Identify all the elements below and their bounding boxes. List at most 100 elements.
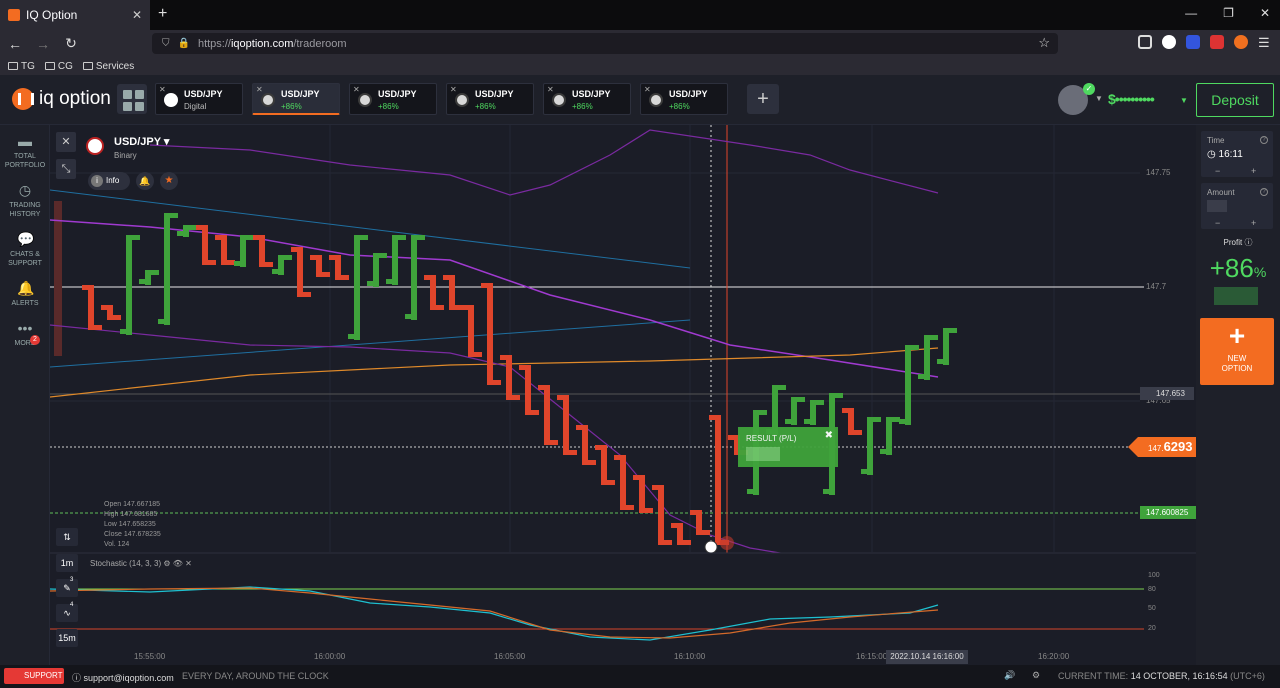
- close-chart-button[interactable]: ✕: [56, 132, 76, 152]
- folder-icon: [44, 61, 55, 70]
- asset-tab-2[interactable]: ✕ USD/JPY +86%: [349, 83, 437, 115]
- timeframe-15m-button[interactable]: 15m: [56, 629, 78, 647]
- back-icon[interactable]: ←: [2, 36, 28, 52]
- deposit-button[interactable]: Deposit: [1196, 83, 1274, 117]
- time-increase-button[interactable]: +: [1251, 166, 1256, 176]
- candle: [582, 425, 588, 465]
- close-asset-tab-icon[interactable]: ✕: [644, 85, 651, 94]
- stochastic-label[interactable]: Stochastic (14, 3, 3) ⚙ 👁 ✕: [90, 559, 192, 568]
- extension-fox-icon[interactable]: [1234, 35, 1248, 49]
- amount-decrease-button[interactable]: −: [1215, 218, 1220, 228]
- asset-tab-5[interactable]: ✕ USD/JPY +86%: [640, 83, 728, 115]
- forward-icon[interactable]: →: [30, 36, 56, 52]
- restore-icon[interactable]: ❐: [1223, 6, 1234, 20]
- support-button[interactable]: SUPPORT: [4, 668, 64, 684]
- trend-line-lower: [50, 319, 691, 368]
- candle-close-tick: [436, 305, 444, 310]
- iqoption-logo[interactable]: iq option: [12, 88, 111, 110]
- time-decrease-button[interactable]: −: [1215, 166, 1220, 176]
- minimize-icon[interactable]: —: [1185, 6, 1197, 20]
- bookmark-folder-tg[interactable]: TG: [8, 61, 35, 72]
- time-value: ◷ 16:11: [1207, 149, 1243, 160]
- close-asset-tab-icon[interactable]: ✕: [353, 85, 360, 94]
- result-pl-panel[interactable]: RESULT (P/L) ✖: [738, 427, 838, 467]
- browser-tab[interactable]: IQ Option ✕: [0, 0, 150, 30]
- binary-flag-icon: [358, 93, 372, 107]
- candle-open-tick: [196, 225, 204, 230]
- asset-grid-button[interactable]: [117, 84, 147, 114]
- close-asset-tab-icon[interactable]: ✕: [450, 85, 457, 94]
- asset-tab-3[interactable]: ✕ USD/JPY +86%: [446, 83, 534, 115]
- address-bar[interactable]: ⛉ 🔒 https://iqoption.com/traderoom ☆: [152, 33, 1058, 54]
- settings-gear-icon[interactable]: ⚙: [1032, 670, 1040, 681]
- candle-open-tick: [880, 449, 888, 454]
- candle-open-tick: [215, 235, 223, 240]
- plus-icon: +: [1228, 320, 1246, 351]
- close-tab-icon[interactable]: ✕: [132, 8, 142, 22]
- time-axis-label: 16:15:00: [856, 652, 888, 661]
- amount-input[interactable]: Amount ? − +: [1201, 183, 1273, 229]
- candle-close-tick: [607, 480, 615, 485]
- balance-chevron-down-icon[interactable]: ▼: [1180, 96, 1188, 105]
- close-result-icon[interactable]: ✖: [825, 430, 833, 441]
- ohlc-readout: Open 147.667185 High 147.681685 Low 147.…: [104, 500, 161, 550]
- sidebar-item-more[interactable]: ••• MORE: [0, 320, 50, 348]
- new-option-button[interactable]: + NEW OPTION: [1200, 318, 1274, 385]
- amount-increase-button[interactable]: +: [1251, 218, 1256, 228]
- usd-jpy-flag-icon: [164, 93, 178, 107]
- candle-close-tick: [664, 540, 672, 545]
- sidebar-item-chats[interactable]: 💬 CHATS & SUPPORT: [0, 231, 50, 268]
- asset-tab-0[interactable]: ✕ USD/JPY Digital: [155, 83, 243, 115]
- timeframe-1m-button[interactable]: 1m: [56, 554, 78, 572]
- alert-bell-button[interactable]: 🔔: [136, 172, 154, 190]
- sound-icon[interactable]: 🔊: [1004, 670, 1015, 681]
- close-window-icon[interactable]: ✕: [1260, 6, 1270, 20]
- collapse-icon[interactable]: ⤡: [56, 159, 76, 179]
- extension-red-icon[interactable]: [1210, 35, 1224, 49]
- lock-icon: 🔒: [177, 38, 190, 49]
- asset-tab-1[interactable]: ✕ USD/JPY +86%: [252, 83, 340, 115]
- sidebar-item-portfolio[interactable]: ▬ TOTAL PORTFOLIO: [0, 133, 50, 170]
- chart-type-button[interactable]: ⇅: [56, 528, 78, 546]
- menu-icon[interactable]: ☰: [1258, 35, 1270, 51]
- sidebar-item-history[interactable]: ◷ TRADING HISTORY: [0, 182, 50, 219]
- asset-selector[interactable]: USD/JPY ▾: [114, 135, 169, 148]
- extension-l-icon[interactable]: [1162, 35, 1176, 49]
- help-icon[interactable]: ?: [1260, 188, 1268, 196]
- extension-blue-icon[interactable]: [1186, 35, 1200, 49]
- candle-close-tick: [930, 335, 938, 340]
- candle: [392, 235, 398, 285]
- bookmark-star-icon[interactable]: ☆: [1038, 35, 1050, 51]
- chart-area[interactable]: ✕ ⤡ USD/JPY ▾ Binary i Info 🔔 ★ 147.75 14…: [50, 125, 1196, 665]
- current-time: CURRENT TIME: 14 OCTOBER, 16:16:54 (UTC+…: [1058, 671, 1265, 681]
- add-asset-tab-button[interactable]: +: [747, 84, 779, 114]
- asset-tab-4[interactable]: ✕ USD/JPY +86%: [543, 83, 631, 115]
- price-chart[interactable]: [50, 125, 1196, 665]
- time-input[interactable]: Time ? ◷ 16:11 − +: [1201, 131, 1273, 177]
- alert-price-tag[interactable]: 147.653: [1140, 387, 1194, 400]
- candle: [715, 415, 721, 545]
- bookmark-folder-services[interactable]: Services: [82, 61, 134, 72]
- help-icon[interactable]: ?: [1260, 136, 1268, 144]
- bell-icon: 🔔: [17, 280, 35, 296]
- candle-close-tick: [417, 235, 425, 240]
- time-label: Time: [1207, 136, 1225, 145]
- pocket-icon[interactable]: [1138, 35, 1152, 49]
- reload-icon[interactable]: ↻: [58, 35, 84, 52]
- new-option-label: NEW OPTION: [1221, 354, 1253, 373]
- support-email[interactable]: ⓘ support@iqoption.com: [72, 671, 174, 684]
- close-asset-tab-icon[interactable]: ✕: [159, 85, 166, 94]
- candle-close-tick: [303, 292, 311, 297]
- stochastic-panel: [50, 552, 1196, 665]
- new-tab-button[interactable]: +: [158, 5, 167, 23]
- balance-display[interactable]: $••••••••••: [1108, 91, 1155, 107]
- bookmark-folder-cg[interactable]: CG: [44, 61, 73, 72]
- info-button[interactable]: i Info: [88, 172, 130, 190]
- close-asset-tab-icon[interactable]: ✕: [547, 85, 554, 94]
- favorite-star-icon[interactable]: ★: [160, 172, 178, 190]
- candle-close-tick: [265, 262, 273, 267]
- sidebar-item-alerts[interactable]: 🔔 ALERTS: [0, 280, 50, 308]
- close-asset-tab-icon[interactable]: ✕: [256, 85, 263, 94]
- candle-open-tick: [424, 275, 432, 280]
- chevron-down-icon[interactable]: ▼: [1095, 94, 1103, 103]
